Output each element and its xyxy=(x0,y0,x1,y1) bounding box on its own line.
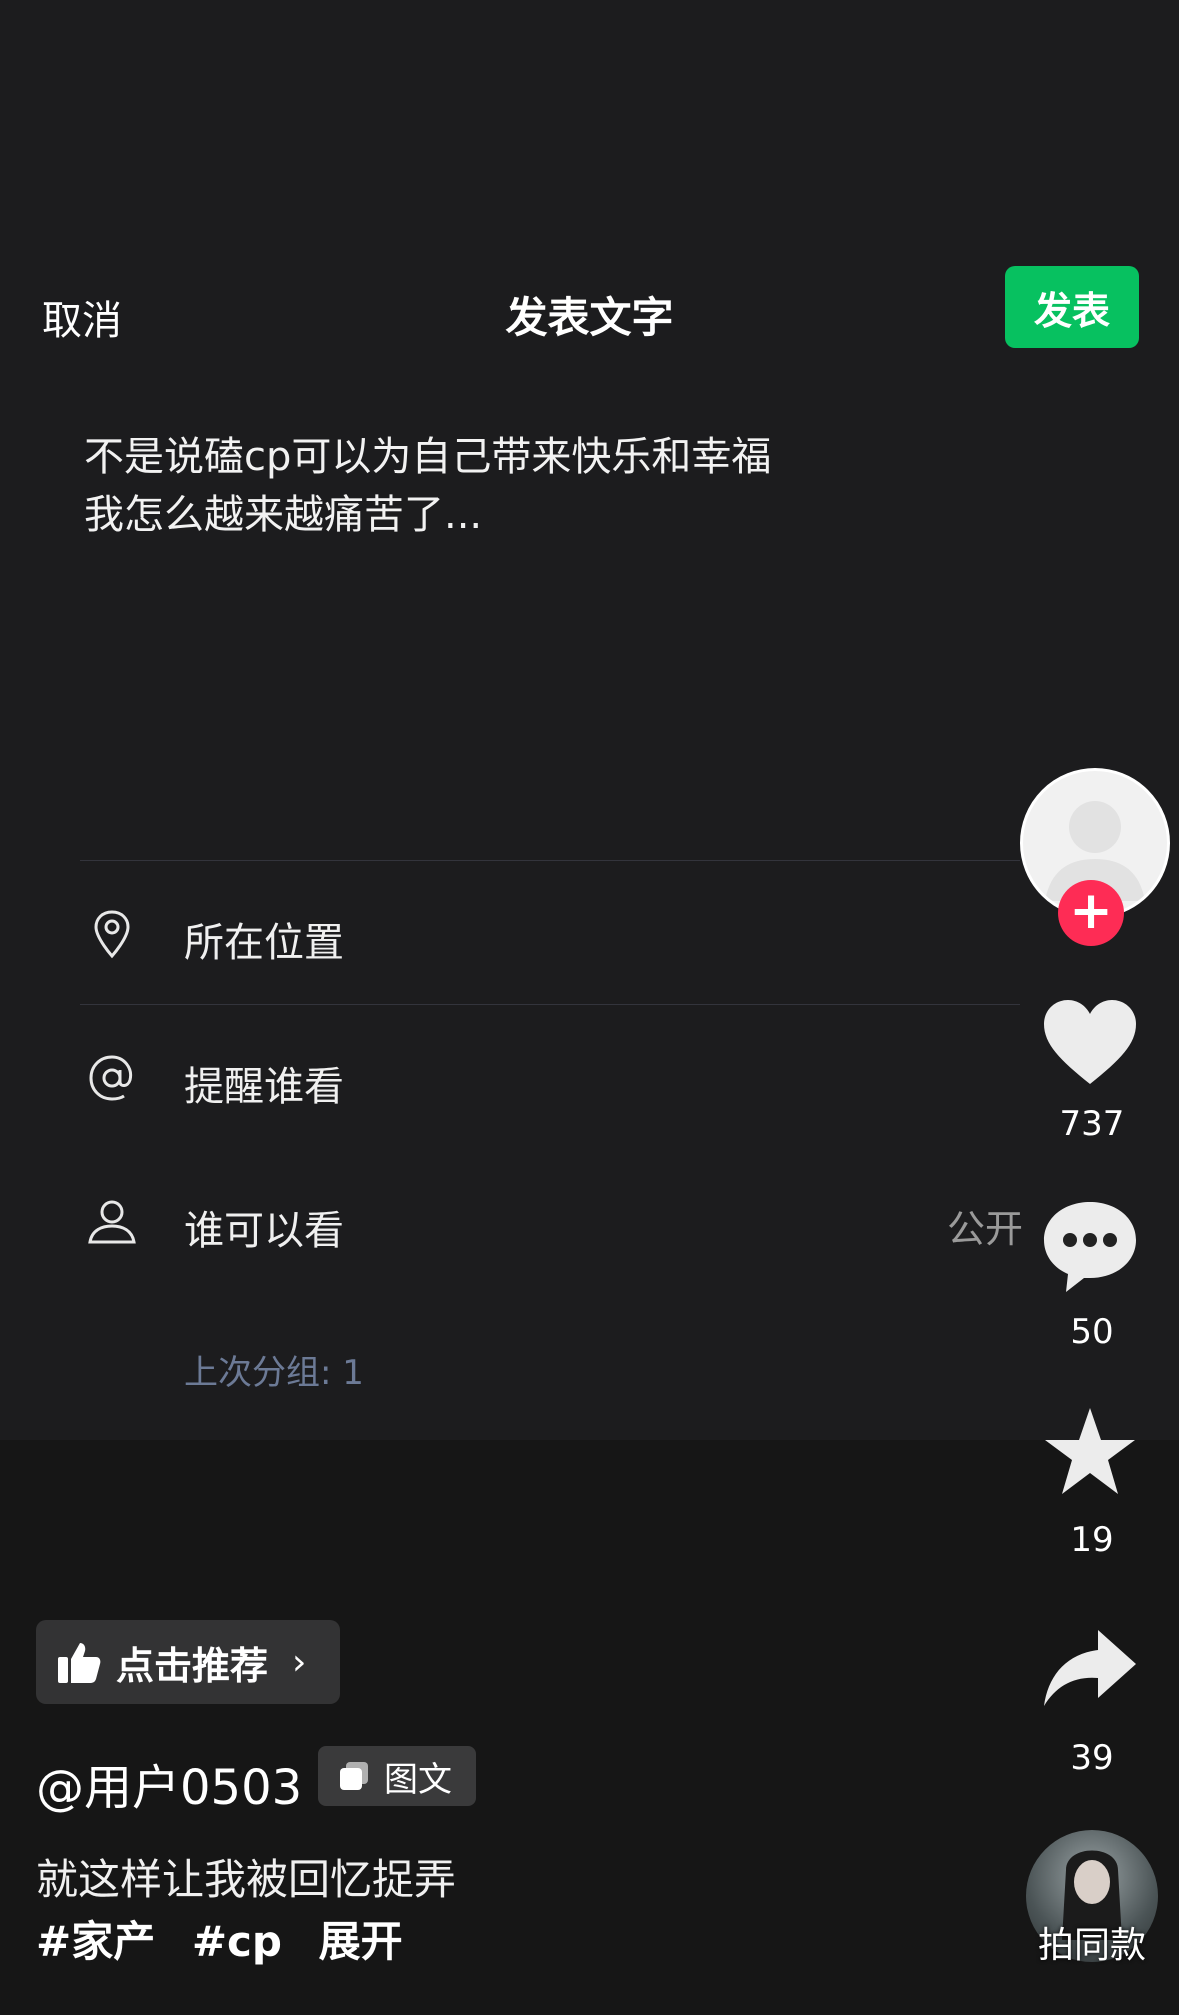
expand-button[interactable]: 展开 xyxy=(319,1917,403,1966)
follow-button[interactable]: + xyxy=(1058,880,1124,946)
publish-button[interactable]: 发表 xyxy=(1005,266,1139,348)
post-text-input[interactable]: 不是说磕cp可以为自己带来快乐和幸福 我怎么越来越痛苦了... xyxy=(84,428,944,544)
thumbs-up-icon xyxy=(58,1643,101,1683)
at-icon xyxy=(89,1055,133,1101)
comment-count: 50 xyxy=(1070,1312,1114,1352)
image-text-icon xyxy=(340,1762,368,1790)
recommend-button[interactable]: 点击推荐 › xyxy=(36,1620,340,1704)
divider xyxy=(80,860,1020,861)
post-type-label: 图文 xyxy=(384,1759,452,1800)
post-caption: 就这样让我被回忆捉弄 xyxy=(36,1855,457,1904)
post-type-badge: 图文 xyxy=(318,1746,476,1806)
mention-label: 提醒谁看 xyxy=(184,1064,344,1110)
recommend-label: 点击推荐 xyxy=(116,1643,269,1688)
like-count: 737 xyxy=(1059,1104,1125,1144)
hashtag-link[interactable]: #家产 xyxy=(36,1917,155,1966)
share-icon[interactable] xyxy=(1040,1620,1140,1720)
divider xyxy=(80,1004,1020,1005)
comment-icon[interactable] xyxy=(1040,1196,1140,1296)
visibility-value: 公开 xyxy=(946,1207,1023,1251)
same-style-label[interactable]: 拍同款 xyxy=(1020,1916,1164,1968)
person-icon xyxy=(88,1200,136,1244)
location-pin-icon xyxy=(94,910,130,959)
visibility-label: 谁可以看 xyxy=(184,1208,344,1254)
share-count: 39 xyxy=(1070,1738,1114,1778)
last-group-hint: 上次分组: 1 xyxy=(184,1353,364,1393)
heart-icon[interactable] xyxy=(1040,994,1140,1094)
chevron-right-icon: › xyxy=(292,1641,307,1683)
hashtag-link[interactable]: #cp xyxy=(192,1917,282,1966)
hashtags: #家产 #cp 展开 xyxy=(36,1908,425,1969)
page-title: 发表文字 xyxy=(505,293,674,342)
compose-panel: 取消 发表文字 发表 不是说磕cp可以为自己带来快乐和幸福 我怎么越来越痛苦了.… xyxy=(0,0,1179,1440)
author-username[interactable]: @用户0503 xyxy=(36,1748,302,1818)
star-icon[interactable] xyxy=(1040,1402,1140,1502)
favorite-count: 19 xyxy=(1070,1520,1114,1560)
location-label: 所在位置 xyxy=(184,920,344,966)
